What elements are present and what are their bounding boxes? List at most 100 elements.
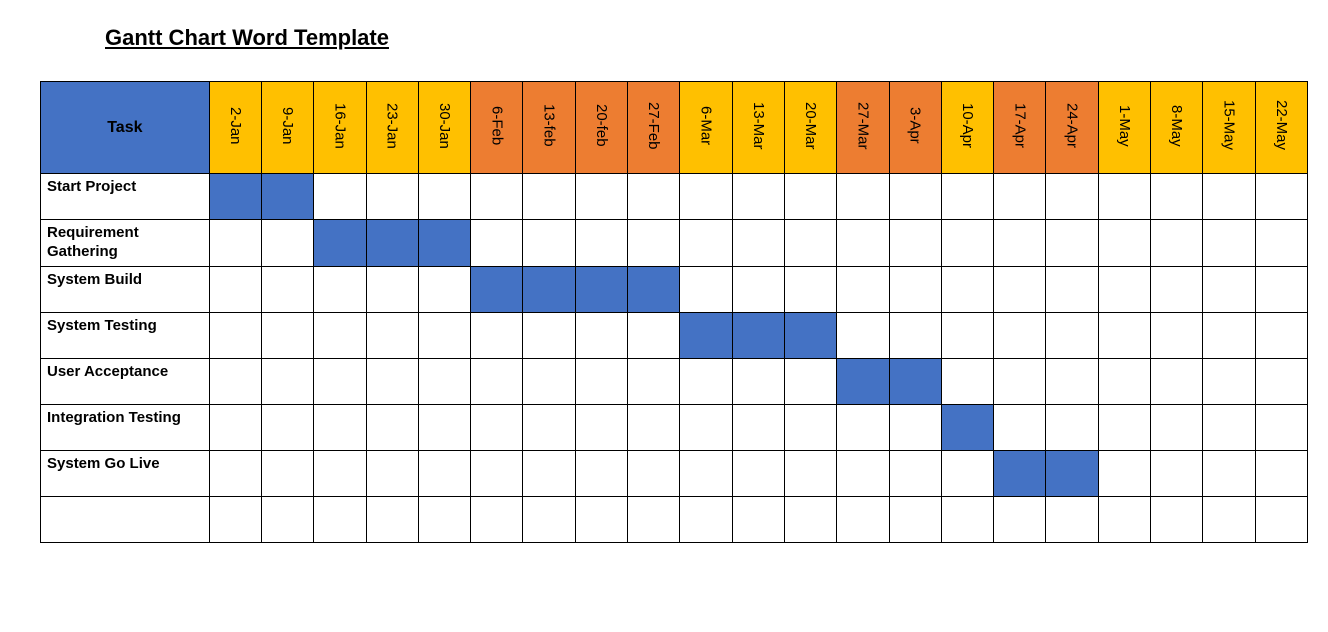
gantt-empty-cell: [314, 174, 366, 220]
gantt-empty-cell: [523, 496, 575, 542]
gantt-empty-cell: [209, 450, 261, 496]
table-row: Requirement Gathering: [41, 220, 1308, 267]
gantt-empty-cell: [261, 404, 313, 450]
gantt-empty-cell: [1255, 358, 1307, 404]
gantt-empty-cell: [471, 312, 523, 358]
gantt-empty-cell: [628, 312, 680, 358]
date-header-label: 2-Jan: [227, 107, 244, 145]
gantt-empty-cell: [1046, 496, 1098, 542]
gantt-empty-cell: [1046, 358, 1098, 404]
date-header: 30-Jan: [418, 82, 470, 174]
gantt-empty-cell: [366, 266, 418, 312]
table-row: [41, 496, 1308, 542]
gantt-empty-cell: [837, 174, 889, 220]
gantt-empty-cell: [889, 220, 941, 267]
gantt-empty-cell: [366, 404, 418, 450]
gantt-bar-cell: [941, 404, 993, 450]
gantt-empty-cell: [1151, 220, 1203, 267]
gantt-empty-cell: [575, 404, 627, 450]
gantt-empty-cell: [1255, 220, 1307, 267]
gantt-empty-cell: [994, 266, 1046, 312]
date-header-label: 3-Apr: [907, 107, 924, 144]
gantt-empty-cell: [314, 312, 366, 358]
gantt-empty-cell: [680, 450, 732, 496]
date-header-label: 9-Jan: [279, 107, 296, 145]
gantt-empty-cell: [314, 404, 366, 450]
gantt-empty-cell: [837, 404, 889, 450]
date-header: 20-feb: [575, 82, 627, 174]
gantt-empty-cell: [628, 358, 680, 404]
gantt-empty-cell: [1151, 496, 1203, 542]
date-header-label: 15-May: [1220, 100, 1237, 150]
gantt-empty-cell: [1255, 404, 1307, 450]
date-header: 17-Apr: [994, 82, 1046, 174]
gantt-empty-cell: [941, 358, 993, 404]
gantt-empty-cell: [628, 174, 680, 220]
date-header-label: 8-May: [1168, 105, 1185, 147]
gantt-bar-cell: [418, 220, 470, 267]
gantt-empty-cell: [680, 358, 732, 404]
gantt-empty-cell: [575, 450, 627, 496]
gantt-empty-cell: [261, 450, 313, 496]
gantt-empty-cell: [1098, 312, 1150, 358]
date-header: 22-May: [1255, 82, 1307, 174]
gantt-bar-cell: [1046, 450, 1098, 496]
gantt-empty-cell: [1203, 358, 1255, 404]
gantt-empty-cell: [889, 266, 941, 312]
gantt-empty-cell: [1203, 450, 1255, 496]
gantt-empty-cell: [575, 496, 627, 542]
gantt-empty-cell: [994, 404, 1046, 450]
gantt-empty-cell: [209, 404, 261, 450]
date-header: 13-feb: [523, 82, 575, 174]
gantt-empty-cell: [261, 496, 313, 542]
gantt-empty-cell: [732, 404, 784, 450]
gantt-empty-cell: [471, 358, 523, 404]
gantt-empty-cell: [1098, 496, 1150, 542]
gantt-empty-cell: [575, 174, 627, 220]
task-name-cell: Start Project: [41, 174, 210, 220]
gantt-empty-cell: [1203, 266, 1255, 312]
gantt-empty-cell: [209, 358, 261, 404]
date-header-label: 20-Mar: [802, 102, 819, 150]
gantt-empty-cell: [418, 404, 470, 450]
gantt-empty-cell: [994, 358, 1046, 404]
gantt-empty-cell: [1098, 358, 1150, 404]
gantt-empty-cell: [1046, 220, 1098, 267]
gantt-empty-cell: [523, 450, 575, 496]
gantt-empty-cell: [732, 496, 784, 542]
gantt-empty-cell: [784, 496, 836, 542]
date-header-label: 17-Apr: [1011, 103, 1028, 148]
date-header-label: 6-Mar: [698, 106, 715, 145]
date-header: 3-Apr: [889, 82, 941, 174]
gantt-empty-cell: [837, 450, 889, 496]
gantt-empty-cell: [941, 450, 993, 496]
gantt-empty-cell: [1098, 220, 1150, 267]
gantt-empty-cell: [1255, 312, 1307, 358]
gantt-empty-cell: [784, 220, 836, 267]
gantt-empty-cell: [680, 220, 732, 267]
gantt-empty-cell: [732, 266, 784, 312]
gantt-bar-cell: [994, 450, 1046, 496]
gantt-empty-cell: [209, 312, 261, 358]
gantt-empty-cell: [1098, 266, 1150, 312]
gantt-empty-cell: [1255, 450, 1307, 496]
date-header-label: 10-Apr: [959, 103, 976, 148]
table-row: System Go Live: [41, 450, 1308, 496]
gantt-bar-cell: [837, 358, 889, 404]
gantt-empty-cell: [1203, 404, 1255, 450]
gantt-empty-cell: [784, 174, 836, 220]
gantt-empty-cell: [1203, 496, 1255, 542]
table-row: User Acceptance: [41, 358, 1308, 404]
date-header-label: 27-Feb: [645, 102, 662, 150]
gantt-empty-cell: [1255, 496, 1307, 542]
gantt-empty-cell: [471, 450, 523, 496]
date-header: 20-Mar: [784, 82, 836, 174]
gantt-empty-cell: [889, 312, 941, 358]
gantt-empty-cell: [209, 266, 261, 312]
gantt-empty-cell: [1151, 312, 1203, 358]
gantt-empty-cell: [1046, 404, 1098, 450]
gantt-empty-cell: [418, 358, 470, 404]
date-header: 2-Jan: [209, 82, 261, 174]
gantt-empty-cell: [1255, 266, 1307, 312]
gantt-bar-cell: [471, 266, 523, 312]
